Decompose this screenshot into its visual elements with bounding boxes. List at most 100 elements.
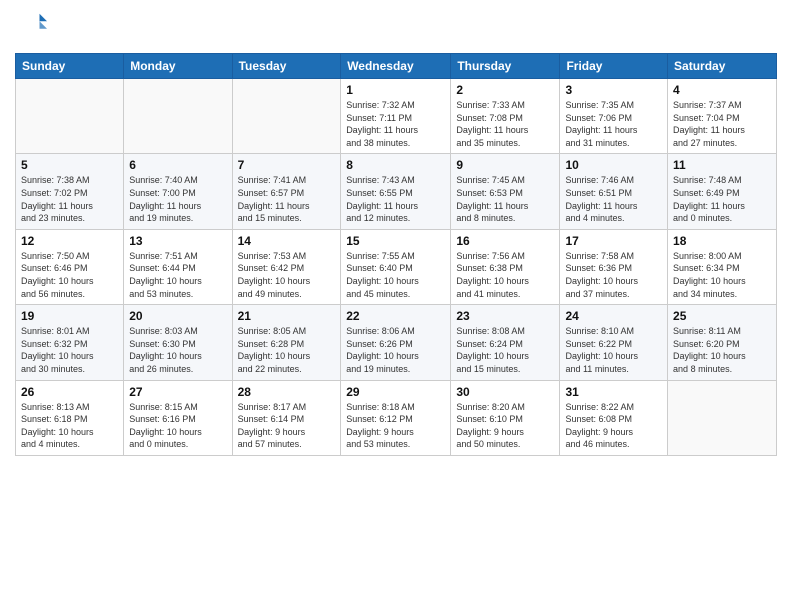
weekday-header-thursday: Thursday xyxy=(451,54,560,79)
day-info: Sunrise: 8:18 AM Sunset: 6:12 PM Dayligh… xyxy=(346,401,445,451)
week-row-1: 1 Sunrise: 7:32 AM Sunset: 7:11 PM Daylig… xyxy=(16,79,777,154)
day-cell: 25 Sunrise: 8:11 AM Sunset: 6:20 PM Dayli… xyxy=(668,305,777,380)
day-number: 30 xyxy=(456,385,554,399)
day-number: 10 xyxy=(565,158,662,172)
day-number: 2 xyxy=(456,83,554,97)
day-cell xyxy=(232,79,341,154)
day-info: Sunrise: 8:06 AM Sunset: 6:26 PM Dayligh… xyxy=(346,325,445,375)
day-info: Sunrise: 7:40 AM Sunset: 7:00 PM Dayligh… xyxy=(129,174,226,224)
day-info: Sunrise: 7:35 AM Sunset: 7:06 PM Dayligh… xyxy=(565,99,662,149)
week-row-4: 19 Sunrise: 8:01 AM Sunset: 6:32 PM Dayli… xyxy=(16,305,777,380)
day-cell: 3 Sunrise: 7:35 AM Sunset: 7:06 PM Daylig… xyxy=(560,79,668,154)
day-info: Sunrise: 7:33 AM Sunset: 7:08 PM Dayligh… xyxy=(456,99,554,149)
day-number: 4 xyxy=(673,83,771,97)
logo xyxy=(15,10,47,45)
weekday-header-wednesday: Wednesday xyxy=(341,54,451,79)
day-number: 8 xyxy=(346,158,445,172)
day-cell: 1 Sunrise: 7:32 AM Sunset: 7:11 PM Daylig… xyxy=(341,79,451,154)
day-cell: 22 Sunrise: 8:06 AM Sunset: 6:26 PM Dayli… xyxy=(341,305,451,380)
day-number: 23 xyxy=(456,309,554,323)
day-cell: 2 Sunrise: 7:33 AM Sunset: 7:08 PM Daylig… xyxy=(451,79,560,154)
day-cell: 20Sunrise: 8:03 AM Sunset: 6:30 PM Dayli… xyxy=(124,305,232,380)
day-number: 14 xyxy=(238,234,336,248)
day-number: 3 xyxy=(565,83,662,97)
day-cell xyxy=(124,79,232,154)
day-cell: 9Sunrise: 7:45 AM Sunset: 6:53 PM Daylig… xyxy=(451,154,560,229)
day-cell: 24 Sunrise: 8:10 AM Sunset: 6:22 PM Dayli… xyxy=(560,305,668,380)
day-cell: 28Sunrise: 8:17 AM Sunset: 6:14 PM Dayli… xyxy=(232,380,341,455)
day-cell: 23 Sunrise: 8:08 AM Sunset: 6:24 PM Dayli… xyxy=(451,305,560,380)
day-cell: 27 Sunrise: 8:15 AM Sunset: 6:16 PM Dayli… xyxy=(124,380,232,455)
day-number: 16 xyxy=(456,234,554,248)
day-cell: 13 Sunrise: 7:51 AM Sunset: 6:44 PM Dayli… xyxy=(124,229,232,304)
day-info: Sunrise: 7:48 AM Sunset: 6:49 PM Dayligh… xyxy=(673,174,771,224)
day-number: 26 xyxy=(21,385,118,399)
week-row-5: 26 Sunrise: 8:13 AM Sunset: 6:18 PM Dayli… xyxy=(16,380,777,455)
calendar: SundayMondayTuesdayWednesdayThursdayFrid… xyxy=(15,53,777,456)
day-cell: 14 Sunrise: 7:53 AM Sunset: 6:42 PM Dayli… xyxy=(232,229,341,304)
day-info: Sunrise: 8:01 AM Sunset: 6:32 PM Dayligh… xyxy=(21,325,118,375)
day-info: Sunrise: 8:08 AM Sunset: 6:24 PM Dayligh… xyxy=(456,325,554,375)
day-cell: 5 Sunrise: 7:38 AM Sunset: 7:02 PM Daylig… xyxy=(16,154,124,229)
day-number: 9 xyxy=(456,158,554,172)
page: SundayMondayTuesdayWednesdayThursdayFrid… xyxy=(0,0,792,471)
day-cell: 12 Sunrise: 7:50 AM Sunset: 6:46 PM Dayli… xyxy=(16,229,124,304)
day-cell xyxy=(668,380,777,455)
day-number: 1 xyxy=(346,83,445,97)
day-info: Sunrise: 7:55 AM Sunset: 6:40 PM Dayligh… xyxy=(346,250,445,300)
day-number: 7 xyxy=(238,158,336,172)
day-info: Sunrise: 8:20 AM Sunset: 6:10 PM Dayligh… xyxy=(456,401,554,451)
day-info: Sunrise: 8:03 AM Sunset: 6:30 PM Dayligh… xyxy=(129,325,226,375)
header xyxy=(15,10,777,45)
weekday-header-saturday: Saturday xyxy=(668,54,777,79)
day-cell: 16 Sunrise: 7:56 AM Sunset: 6:38 PM Dayli… xyxy=(451,229,560,304)
day-number: 22 xyxy=(346,309,445,323)
day-info: Sunrise: 7:50 AM Sunset: 6:46 PM Dayligh… xyxy=(21,250,118,300)
logo-icon xyxy=(17,10,47,40)
weekday-header-monday: Monday xyxy=(124,54,232,79)
day-info: Sunrise: 8:15 AM Sunset: 6:16 PM Dayligh… xyxy=(129,401,226,451)
day-cell: 19 Sunrise: 8:01 AM Sunset: 6:32 PM Dayli… xyxy=(16,305,124,380)
day-info: Sunrise: 8:11 AM Sunset: 6:20 PM Dayligh… xyxy=(673,325,771,375)
day-cell: 18Sunrise: 8:00 AM Sunset: 6:34 PM Dayli… xyxy=(668,229,777,304)
day-info: Sunrise: 7:43 AM Sunset: 6:55 PM Dayligh… xyxy=(346,174,445,224)
day-info: Sunrise: 7:38 AM Sunset: 7:02 PM Dayligh… xyxy=(21,174,118,224)
day-number: 15 xyxy=(346,234,445,248)
day-number: 25 xyxy=(673,309,771,323)
day-cell: 11 Sunrise: 7:48 AM Sunset: 6:49 PM Dayli… xyxy=(668,154,777,229)
weekday-header-sunday: Sunday xyxy=(16,54,124,79)
day-cell: 4Sunrise: 7:37 AM Sunset: 7:04 PM Daylig… xyxy=(668,79,777,154)
day-cell xyxy=(16,79,124,154)
day-info: Sunrise: 8:05 AM Sunset: 6:28 PM Dayligh… xyxy=(238,325,336,375)
day-cell: 8 Sunrise: 7:43 AM Sunset: 6:55 PM Daylig… xyxy=(341,154,451,229)
day-info: Sunrise: 7:32 AM Sunset: 7:11 PM Dayligh… xyxy=(346,99,445,149)
day-number: 21 xyxy=(238,309,336,323)
day-cell: 7Sunrise: 7:41 AM Sunset: 6:57 PM Daylig… xyxy=(232,154,341,229)
day-info: Sunrise: 8:13 AM Sunset: 6:18 PM Dayligh… xyxy=(21,401,118,451)
day-number: 18 xyxy=(673,234,771,248)
week-row-3: 12 Sunrise: 7:50 AM Sunset: 6:46 PM Dayli… xyxy=(16,229,777,304)
day-cell: 30 Sunrise: 8:20 AM Sunset: 6:10 PM Dayli… xyxy=(451,380,560,455)
day-number: 6 xyxy=(129,158,226,172)
day-cell: 10Sunrise: 7:46 AM Sunset: 6:51 PM Dayli… xyxy=(560,154,668,229)
weekday-header-friday: Friday xyxy=(560,54,668,79)
day-cell: 17Sunrise: 7:58 AM Sunset: 6:36 PM Dayli… xyxy=(560,229,668,304)
day-number: 12 xyxy=(21,234,118,248)
day-number: 5 xyxy=(21,158,118,172)
day-number: 31 xyxy=(565,385,662,399)
weekday-header-row: SundayMondayTuesdayWednesdayThursdayFrid… xyxy=(16,54,777,79)
day-number: 13 xyxy=(129,234,226,248)
day-number: 19 xyxy=(21,309,118,323)
day-number: 24 xyxy=(565,309,662,323)
day-info: Sunrise: 7:58 AM Sunset: 6:36 PM Dayligh… xyxy=(565,250,662,300)
day-number: 11 xyxy=(673,158,771,172)
day-info: Sunrise: 7:51 AM Sunset: 6:44 PM Dayligh… xyxy=(129,250,226,300)
day-cell: 26 Sunrise: 8:13 AM Sunset: 6:18 PM Dayli… xyxy=(16,380,124,455)
day-cell: 29Sunrise: 8:18 AM Sunset: 6:12 PM Dayli… xyxy=(341,380,451,455)
day-cell: 21 Sunrise: 8:05 AM Sunset: 6:28 PM Dayli… xyxy=(232,305,341,380)
day-info: Sunrise: 7:56 AM Sunset: 6:38 PM Dayligh… xyxy=(456,250,554,300)
day-cell: 15 Sunrise: 7:55 AM Sunset: 6:40 PM Dayli… xyxy=(341,229,451,304)
day-number: 27 xyxy=(129,385,226,399)
day-info: Sunrise: 7:53 AM Sunset: 6:42 PM Dayligh… xyxy=(238,250,336,300)
day-info: Sunrise: 8:10 AM Sunset: 6:22 PM Dayligh… xyxy=(565,325,662,375)
